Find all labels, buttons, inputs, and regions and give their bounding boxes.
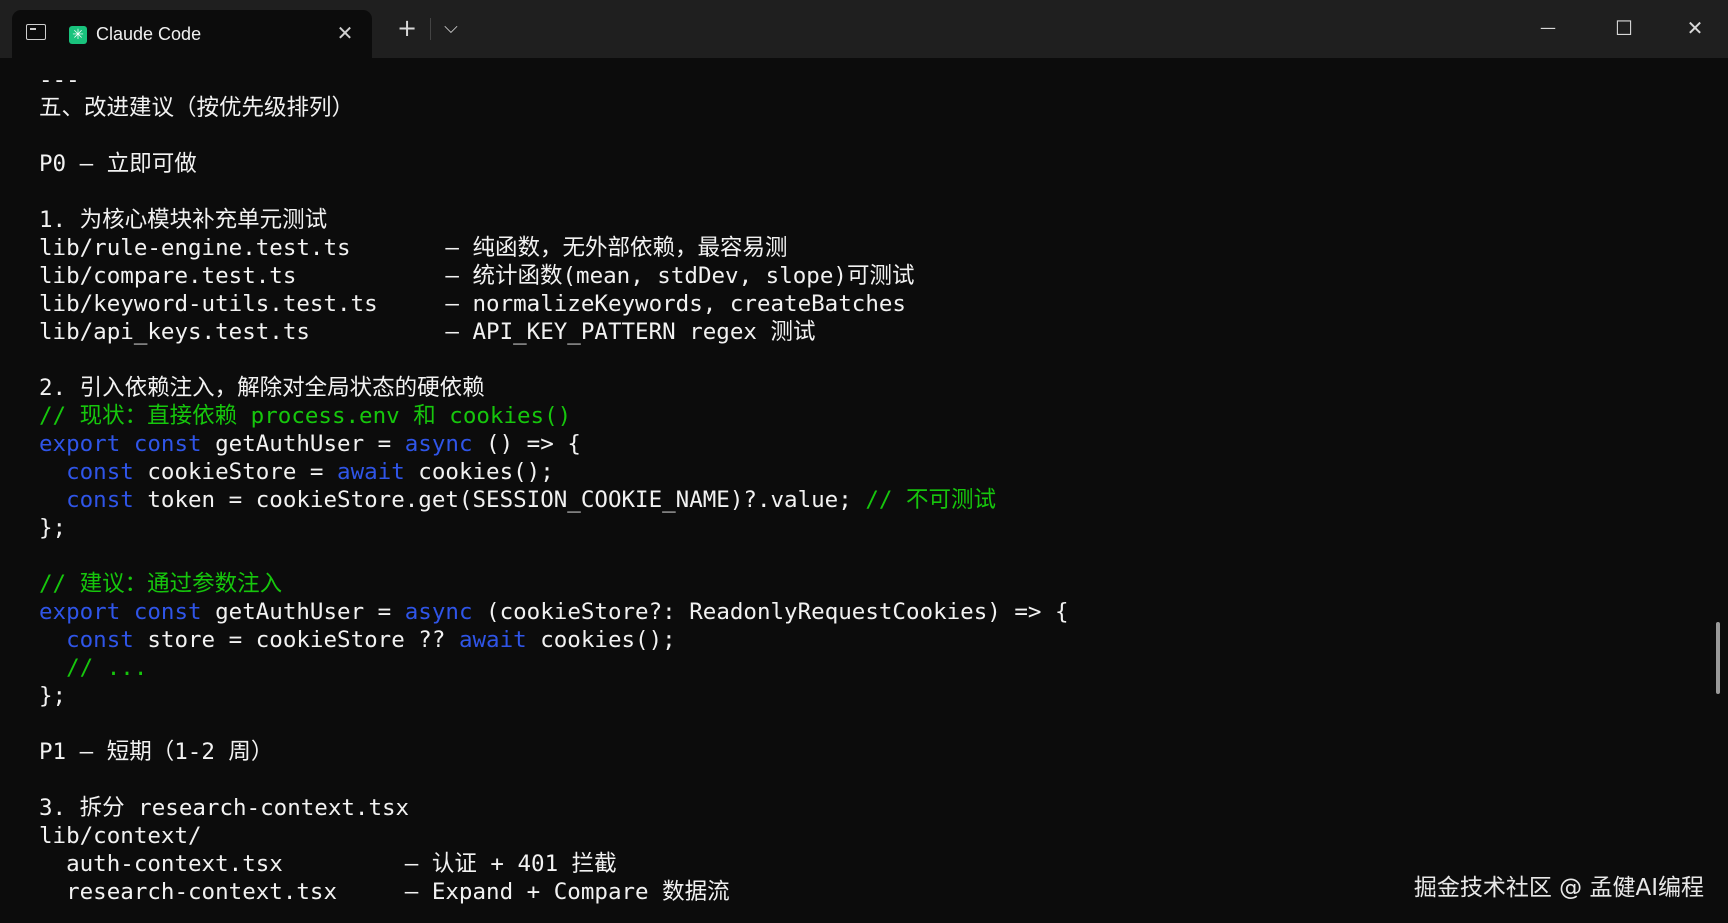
- terminal-line: ---: [39, 67, 80, 93]
- code-keyword: export: [39, 599, 121, 625]
- code-keyword: const: [66, 627, 134, 653]
- scrollbar-thumb[interactable]: [1716, 622, 1720, 694]
- terminal-icon: [26, 24, 46, 40]
- terminal-line: 3. 拆分 research-context.tsx: [39, 795, 410, 821]
- code-text: (cookieStore?: ReadonlyRequestCookies) =…: [472, 599, 1069, 625]
- tab-separator: [430, 18, 431, 40]
- code-line: };: [39, 515, 67, 541]
- terminal-line: lib/compare.test.ts — 统计函数(mean, stdDev,…: [39, 263, 915, 289]
- terminal-line: lib/api_keys.test.ts — API_KEY_PATTERN r…: [39, 319, 816, 345]
- terminal-line: research-context.tsx — Expand + Compare …: [39, 878, 730, 906]
- new-tab-button[interactable]: +: [393, 16, 421, 40]
- tab-dropdown-button[interactable]: ⌵: [437, 16, 465, 40]
- code-keyword: async: [404, 599, 473, 625]
- code-text: token = cookieStore.get(SESSION_COOKIE_N…: [133, 487, 866, 513]
- tree-item: research-context.tsx — Expand + Compare …: [66, 879, 730, 905]
- code-comment: // ...: [66, 655, 148, 681]
- terminal-line: lib/context/: [39, 823, 202, 849]
- terminal-line: 2. 引入依赖注入，解除对全局状态的硬依赖: [39, 375, 485, 401]
- tree-item: auth-context.tsx — 认证 + 401 拦截: [66, 851, 617, 877]
- code-text: getAuthUser =: [201, 599, 405, 625]
- terminal-line: 五、改进建议（按优先级排列）: [39, 95, 355, 121]
- terminal-output[interactable]: --- 五、改进建议（按优先级排列） P0 — 立即可做 1. 为核心模块补充单…: [0, 58, 1728, 923]
- code-keyword: const: [133, 431, 202, 457]
- code-line: const store = cookieStore ?? await cooki…: [39, 626, 676, 654]
- watermark: 掘金技术社区 @ 孟健AI编程: [1413, 875, 1704, 901]
- code-keyword: await: [458, 627, 527, 653]
- code-line: export const getAuthUser = async () => {: [39, 430, 581, 458]
- terminal-line: auth-context.tsx — 认证 + 401 拦截: [39, 850, 617, 878]
- terminal-line: P0 — 立即可做: [39, 151, 197, 177]
- minimize-button[interactable]: —: [1533, 16, 1563, 40]
- maximize-button[interactable]: ☐: [1609, 16, 1639, 40]
- code-comment: // 现状：直接依赖 process.env 和 cookies(): [39, 403, 572, 429]
- code-line: export const getAuthUser = async (cookie…: [39, 598, 1069, 626]
- code-text: store = cookieStore ??: [133, 627, 459, 653]
- terminal-line: lib/rule-engine.test.ts — 纯函数，无外部依赖，最容易测: [39, 235, 788, 261]
- code-keyword: const: [66, 487, 134, 513]
- close-window-button[interactable]: ✕: [1680, 16, 1710, 40]
- code-text: cookies();: [404, 459, 554, 485]
- code-text: getAuthUser =: [201, 431, 405, 457]
- code-text: cookies();: [526, 627, 676, 653]
- code-text: () => {: [472, 431, 581, 457]
- terminal-line: 1. 为核心模块补充单元测试: [39, 207, 328, 233]
- code-line: };: [39, 683, 67, 709]
- code-line: const cookieStore = await cookies();: [39, 458, 554, 486]
- code-text: cookieStore =: [133, 459, 338, 485]
- code-keyword: export: [39, 431, 121, 457]
- terminal-line: P1 — 短期（1-2 周）: [39, 739, 274, 765]
- code-comment: // 建议：通过参数注入: [39, 571, 283, 597]
- terminal-line: lib/keyword-utils.test.ts — normalizeKey…: [39, 291, 906, 317]
- code-keyword: await: [337, 459, 405, 485]
- code-comment: // 不可测试: [865, 487, 996, 513]
- code-keyword: async: [404, 431, 473, 457]
- claude-icon: ✳: [69, 26, 87, 44]
- tab-title: Claude Code: [96, 24, 202, 44]
- tab-close-button[interactable]: ✕: [333, 21, 357, 45]
- code-line: const token = cookieStore.get(SESSION_CO…: [39, 486, 996, 514]
- tab-claude-code[interactable]: ✳ Claude Code ✕: [12, 10, 372, 58]
- code-keyword: const: [66, 459, 134, 485]
- code-keyword: const: [133, 599, 202, 625]
- code-line: // ...: [39, 654, 147, 682]
- title-bar: ✳ Claude Code ✕ + ⌵ — ☐ ✕: [0, 0, 1728, 58]
